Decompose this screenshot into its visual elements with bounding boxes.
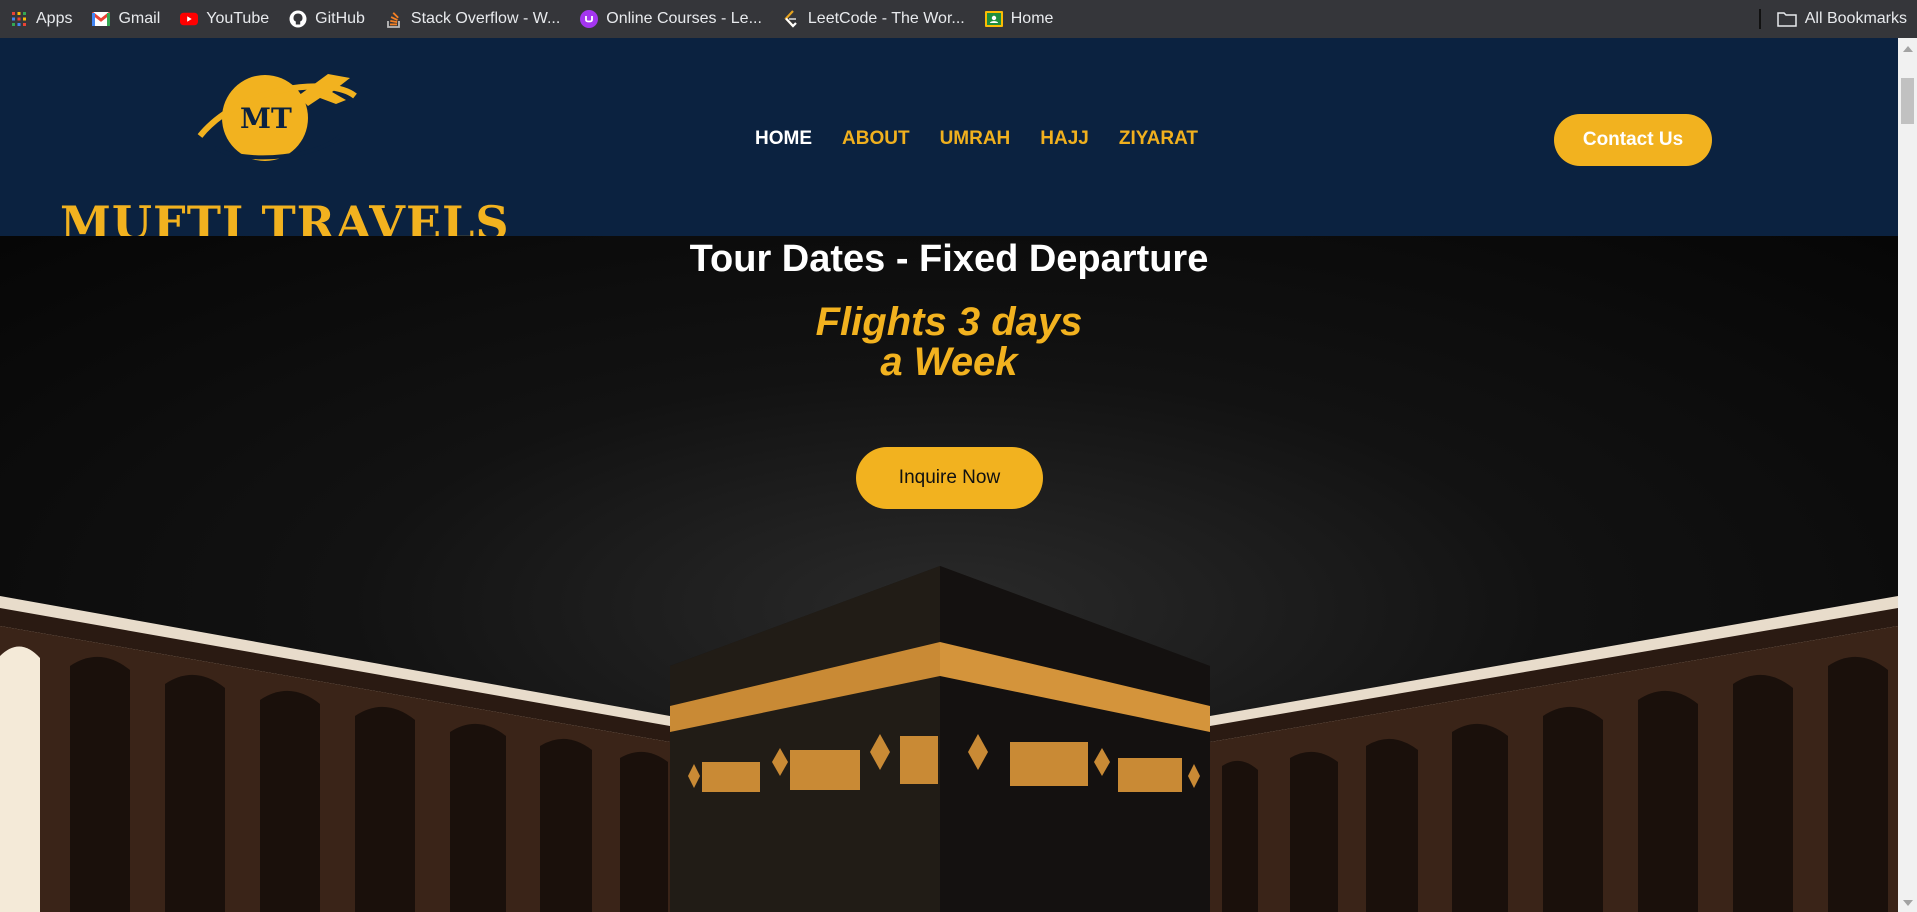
bookmark-gmail[interactable]: Gmail	[82, 0, 170, 38]
bookmark-label: Home	[1010, 10, 1054, 27]
hero-subtitle-line1: Flights 3 days	[815, 300, 1083, 344]
contact-us-button[interactable]: Contact Us	[1554, 114, 1712, 166]
kaaba-illustration	[0, 566, 1898, 912]
youtube-icon	[180, 10, 199, 28]
nav-umrah[interactable]: UMRAH	[940, 128, 1011, 150]
github-icon	[289, 10, 307, 28]
leetcode-icon	[782, 10, 800, 28]
bookmark-udemy[interactable]: Online Courses - Le...	[570, 0, 772, 38]
bookmark-label: YouTube	[206, 10, 270, 27]
logo-monogram: MT	[240, 102, 292, 135]
left-arcade	[0, 596, 670, 912]
all-bookmarks-label: All Bookmarks	[1804, 10, 1907, 27]
bookmark-label: Online Courses - Le...	[606, 10, 762, 27]
nav-about[interactable]: ABOUT	[842, 128, 910, 150]
nav-ziyarat[interactable]: ZIYARAT	[1119, 128, 1198, 150]
right-arcade	[1210, 596, 1898, 912]
hero-subtitle-line2: a Week	[880, 340, 1018, 384]
scroll-up-icon[interactable]	[1903, 46, 1913, 52]
page-scrollbar[interactable]	[1898, 38, 1917, 912]
hero-subtitle: Flights 3 days a Week	[0, 302, 1898, 382]
bookmark-youtube[interactable]: YouTube	[170, 0, 279, 38]
bookmark-label: Apps	[36, 10, 73, 27]
bookmarks-bar: Apps Gmail YouTube GitHub Stack Overflow…	[0, 0, 1917, 38]
site-logo[interactable]: MT MUFTI TRAVELS	[50, 66, 509, 250]
bookmark-home[interactable]: Home	[975, 0, 1064, 38]
inquire-now-button[interactable]: Inquire Now	[856, 447, 1043, 509]
nav-home[interactable]: HOME	[755, 128, 812, 150]
site-header: MT MUFTI TRAVELS HOME ABOUT UMRAH HAJJ Z…	[0, 38, 1898, 250]
scroll-thumb[interactable]	[1901, 78, 1914, 124]
apps-grid-icon	[10, 10, 28, 28]
scroll-down-icon[interactable]	[1903, 900, 1913, 906]
kaaba	[670, 566, 1210, 912]
hero-section: Tour Dates - Fixed Departure Flights 3 d…	[0, 236, 1898, 912]
bookmark-stackoverflow[interactable]: Stack Overflow - W...	[375, 0, 570, 38]
bookmark-label: Stack Overflow - W...	[410, 10, 561, 27]
bookmark-label: LeetCode - The Wor...	[807, 10, 965, 27]
all-bookmarks[interactable]: All Bookmarks	[1758, 0, 1907, 38]
bookmarks-separator	[1758, 9, 1761, 29]
classroom-icon	[984, 10, 1003, 28]
main-nav: HOME ABOUT UMRAH HAJJ ZIYARAT	[755, 128, 1228, 150]
bookmark-apps[interactable]: Apps	[0, 0, 82, 38]
udemy-icon	[580, 10, 599, 28]
stackoverflow-icon	[385, 10, 403, 28]
gmail-icon	[92, 10, 111, 28]
hero-title: Tour Dates - Fixed Departure	[689, 238, 1209, 280]
bookmark-github[interactable]: GitHub	[279, 0, 375, 38]
bookmark-label: Gmail	[118, 10, 161, 27]
nav-hajj[interactable]: HAJJ	[1040, 128, 1089, 150]
bookmark-label: GitHub	[315, 10, 365, 27]
folder-icon	[1777, 11, 1797, 27]
bookmark-leetcode[interactable]: LeetCode - The Wor...	[772, 0, 975, 38]
